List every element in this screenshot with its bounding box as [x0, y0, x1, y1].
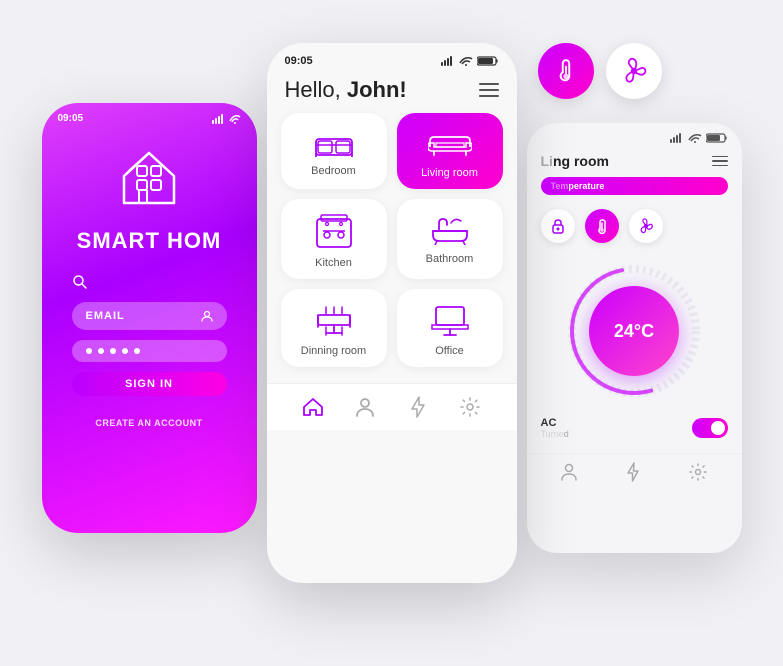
room-card-bedroom[interactable]: Bedroom — [281, 113, 387, 189]
left-status-icons — [212, 114, 241, 124]
left-time: 09:05 — [58, 113, 212, 124]
dial-outer: 24°C — [564, 261, 704, 401]
temp-badge: Temperature — [541, 177, 728, 195]
bottom-nav — [267, 383, 517, 430]
main-phone: 09:05 Hello, John! — [267, 43, 517, 583]
dining-room-label: Dinning room — [301, 345, 366, 357]
left-status-bar: 09:05 — [42, 103, 257, 128]
center-status-icons — [441, 56, 499, 66]
app-title: SMART HOM — [77, 228, 222, 254]
password-field[interactable] — [72, 340, 227, 362]
thermostat-dial[interactable]: 24°C — [527, 253, 742, 409]
living-room-label: Living room — [421, 167, 478, 179]
fan-float-icon[interactable] — [606, 43, 662, 99]
room-card-bathroom[interactable]: Bathroom — [397, 199, 503, 279]
nav-user[interactable] — [354, 396, 376, 418]
greeting: Hello, John! — [285, 77, 407, 103]
office-label: Office — [435, 345, 464, 357]
lock-button[interactable] — [541, 209, 575, 243]
nav-home[interactable] — [302, 396, 324, 418]
create-account-link[interactable]: CREATE AN ACCOUNT — [95, 418, 202, 428]
center-header: Hello, John! — [267, 73, 517, 113]
right-room-title: Ling room — [541, 153, 609, 169]
login-content: SMART HOM EMAIL — [42, 128, 257, 428]
search-row — [72, 274, 227, 290]
control-icons-row — [527, 205, 742, 253]
right-bottom-nav — [527, 453, 742, 488]
nav-bolt[interactable] — [407, 396, 429, 418]
ac-control-row: AC Turned — [527, 409, 742, 445]
right-status-bar — [527, 123, 742, 149]
rooms-grid: Bedroom Living room — [267, 113, 517, 367]
thermometer-float-icon[interactable] — [538, 43, 594, 99]
center-time: 09:05 — [285, 55, 441, 67]
right-hamburger[interactable] — [712, 156, 728, 167]
room-card-dining[interactable]: Dinning room — [281, 289, 387, 367]
right-header: Ling room — [527, 149, 742, 177]
kitchen-label: Kitchen — [315, 257, 352, 269]
ac-toggle[interactable] — [692, 418, 728, 438]
thermometer-button[interactable] — [585, 209, 619, 243]
ac-label-group: AC Turned — [541, 417, 569, 439]
center-status-bar: 09:05 — [267, 43, 517, 73]
temperature-display: 24°C — [589, 286, 679, 376]
hamburger-menu[interactable] — [479, 83, 499, 97]
right-nav-bolt[interactable] — [627, 462, 639, 482]
house-icon — [109, 138, 189, 218]
room-card-kitchen[interactable]: Kitchen — [281, 199, 387, 279]
room-card-office[interactable]: Office — [397, 289, 503, 367]
fan-button[interactable] — [629, 209, 663, 243]
password-dots — [86, 348, 140, 354]
room-card-living[interactable]: Living room — [397, 113, 503, 189]
right-nav-user[interactable] — [561, 463, 577, 481]
screens-container: 09:05 SMART HOM — [42, 23, 742, 643]
bedroom-label: Bedroom — [311, 165, 356, 177]
bathroom-label: Bathroom — [426, 253, 474, 265]
login-phone: 09:05 SMART HOM — [42, 103, 257, 533]
nav-settings[interactable] — [459, 396, 481, 418]
right-nav-settings[interactable] — [689, 463, 707, 481]
sign-in-button[interactable]: SIGN IN — [72, 372, 227, 408]
email-field[interactable]: EMAIL — [72, 302, 227, 330]
control-phone: Ling room Temperature — [527, 123, 742, 553]
